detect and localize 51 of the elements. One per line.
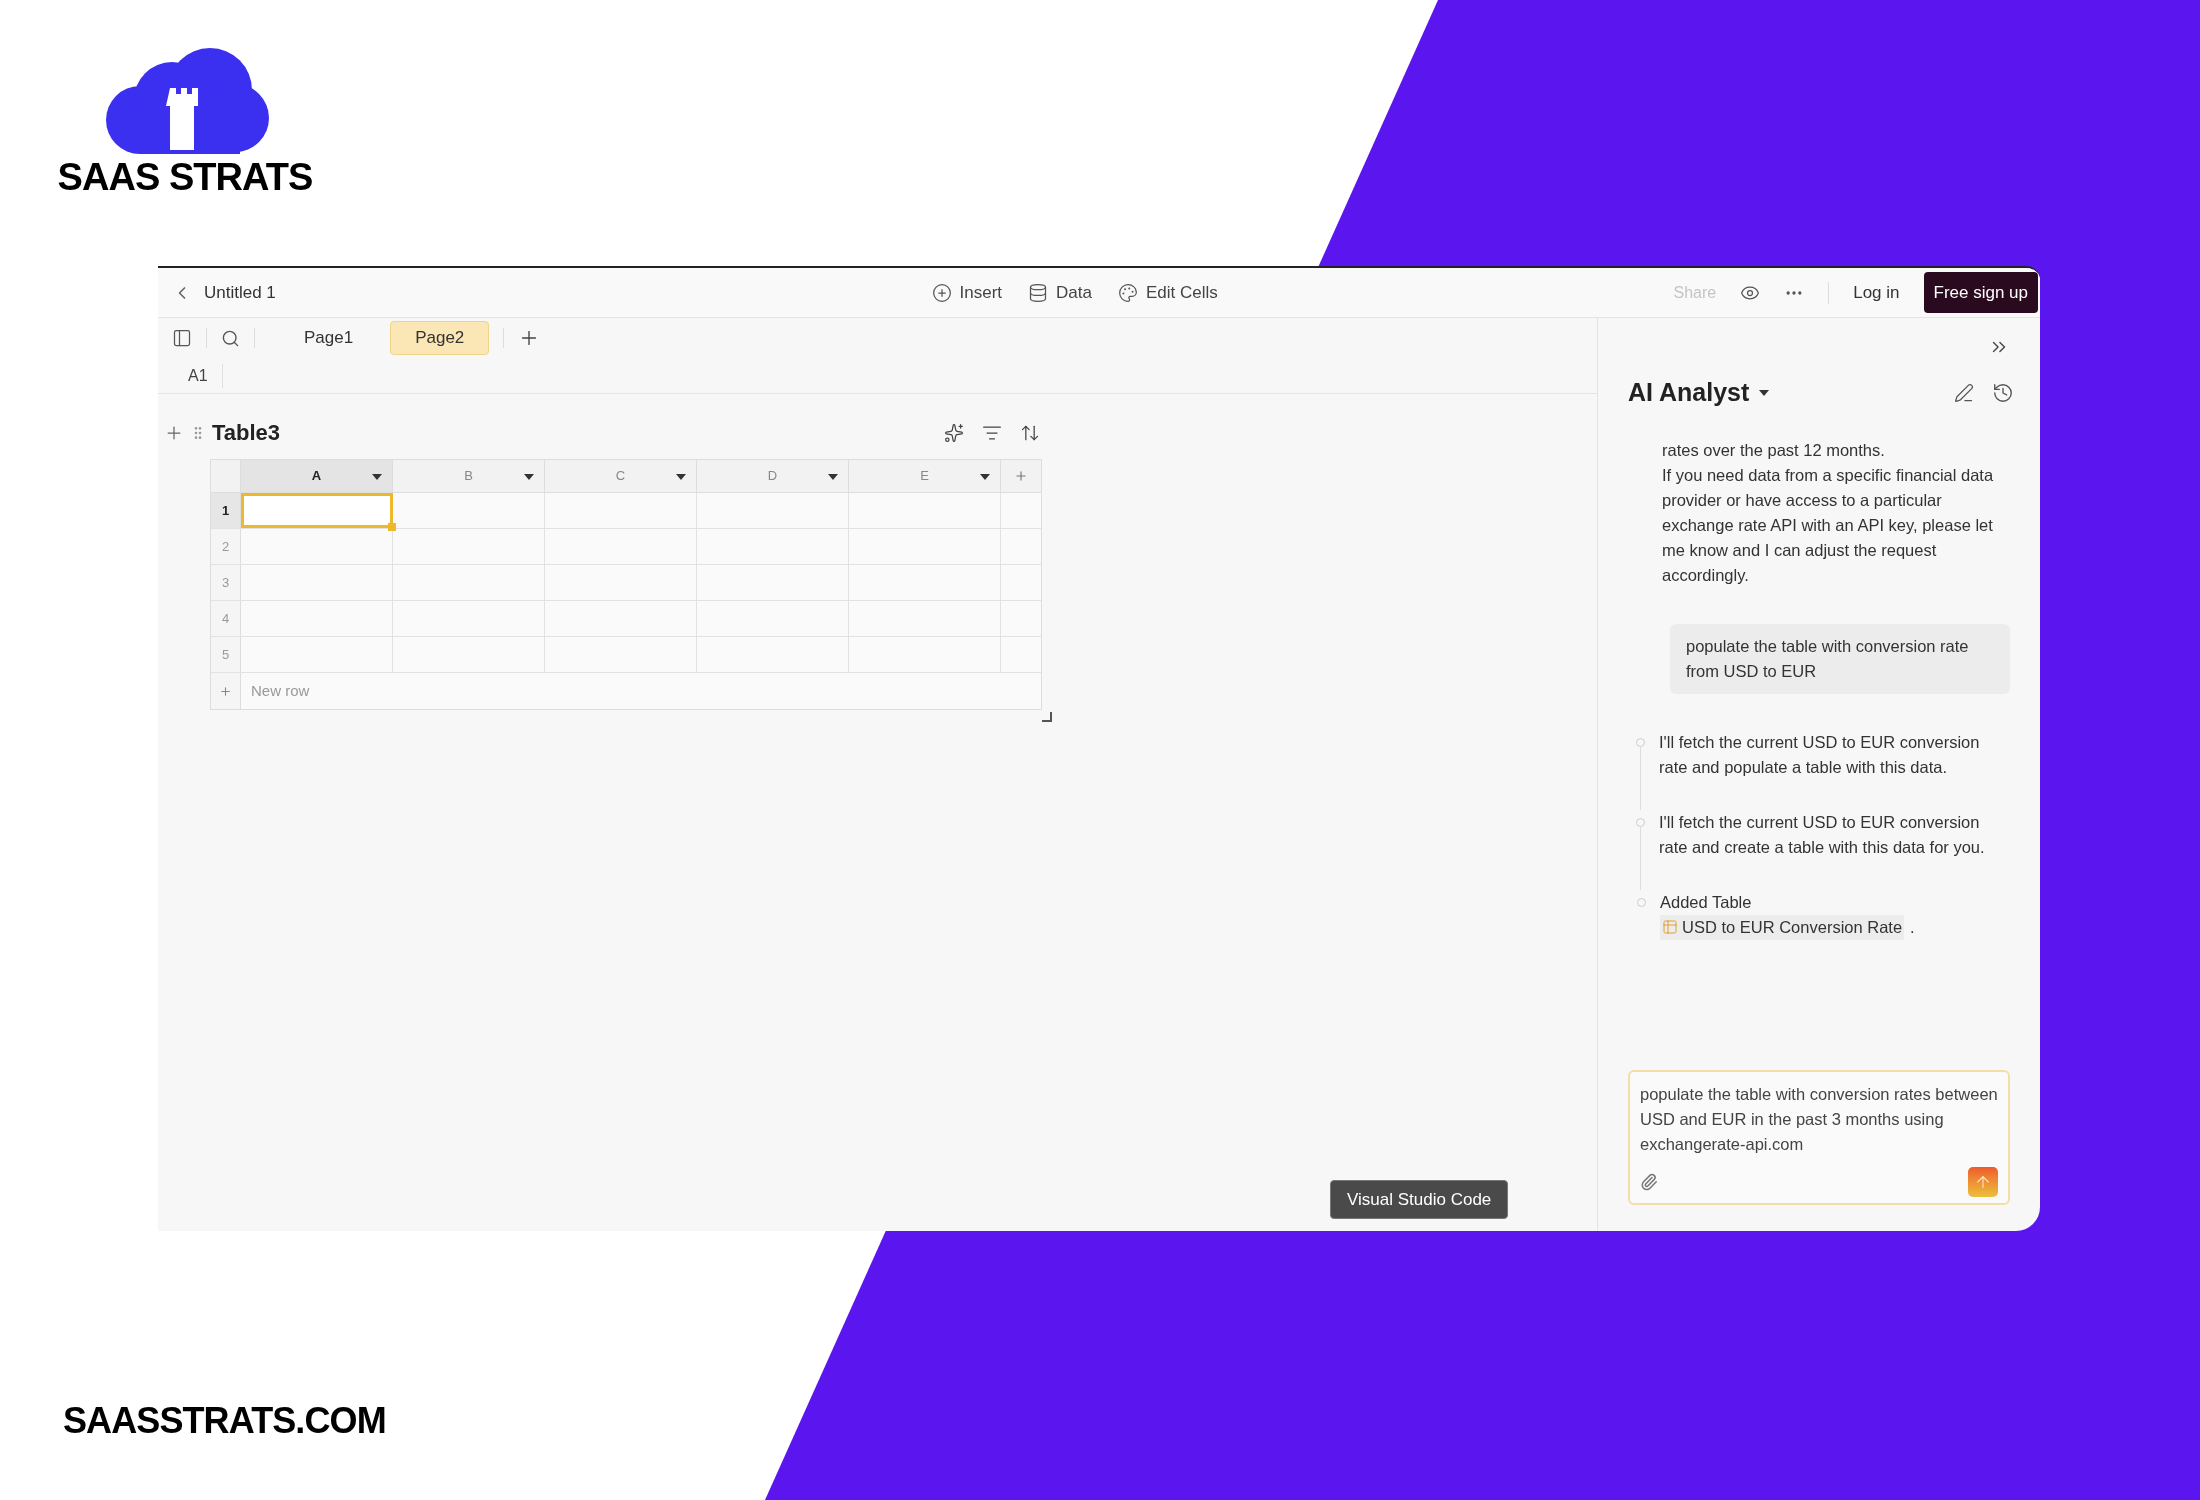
sparkle-icon[interactable]	[944, 422, 964, 443]
caret-icon	[676, 474, 686, 480]
palette-icon	[1117, 282, 1138, 303]
add-row-icon[interactable]	[219, 684, 232, 698]
assistant-title[interactable]: AI Analyst	[1628, 374, 1770, 412]
document-title: Untitled 1	[204, 281, 276, 304]
cell-reference: A1	[188, 363, 223, 388]
row-number: 1	[211, 493, 241, 528]
plus-circle-icon	[931, 282, 952, 303]
caret-icon	[524, 474, 534, 480]
page-tab[interactable]: Page2	[390, 321, 490, 355]
signup-button[interactable]: Free sign up	[1923, 271, 2038, 314]
row-number: 3	[211, 565, 241, 600]
step-text: I'll fetch the current USD to EUR conversion rate and create a table with this data for you.	[1659, 811, 1986, 858]
table-link[interactable]: USD to EUR Conversion Rate	[1660, 914, 1905, 940]
sidebar-toggle-icon[interactable]	[172, 328, 192, 348]
database-icon	[1028, 282, 1049, 303]
row-number: 2	[211, 529, 241, 564]
step-text: I'll fetch the current USD to EUR conversion rate and populate a table with this data.	[1659, 731, 1981, 778]
table-title: Table3	[212, 419, 281, 447]
caret-icon	[1759, 389, 1770, 396]
website-address: SAASSTRATS.COM	[63, 1403, 387, 1439]
edit-icon[interactable]	[1954, 382, 1974, 403]
send-button[interactable]	[1968, 1167, 1998, 1197]
row-number: 4	[211, 601, 241, 636]
caret-icon	[372, 474, 382, 480]
step-text: Added Table	[1660, 891, 1752, 913]
toolbar-button[interactable]: Edit Cells	[1117, 279, 1218, 306]
table-icon	[1662, 919, 1678, 935]
row-number: 5	[211, 637, 241, 672]
caret-icon	[828, 474, 838, 480]
fill-handle[interactable]	[388, 523, 396, 531]
user-message: populate the table with conversion rate from USD to EUR	[1670, 623, 2010, 694]
resize-handle[interactable]	[1042, 712, 1052, 722]
selected-cell[interactable]	[241, 493, 393, 528]
caret-icon	[980, 474, 990, 480]
step-text: .	[1910, 916, 1915, 938]
chat-input[interactable]: populate the table with conversion rates between USD and EUR in the past 3 months using exchangerate-api.com	[1628, 1070, 2010, 1205]
toolbar-button[interactable]: Data	[1028, 279, 1092, 306]
input-text: populate the table with conversion rates between USD and EUR in the past 3 months using exchangerate-api.com	[1640, 1084, 1998, 1155]
paperclip-icon[interactable]	[1640, 1173, 1658, 1191]
tooltip: Visual Studio Code	[1330, 1179, 1509, 1219]
assistant-message: If you need data from a specific financial data provider or have access to a particular exchange rate API with an API key, please let me know and I can adjust the request accordingly.	[1662, 464, 1995, 586]
page-tab[interactable]: Page1	[279, 321, 379, 355]
column-header[interactable]: A	[241, 460, 393, 492]
search-icon[interactable]	[221, 328, 240, 348]
login-button[interactable]: Log in	[1853, 279, 1900, 306]
brand-name: SAAS STRATS	[57, 158, 313, 196]
history-icon[interactable]	[1992, 381, 2014, 404]
assistant-message: rates over the past 12 months.	[1662, 439, 1886, 461]
toolbar-button[interactable]: Insert	[931, 279, 1003, 306]
